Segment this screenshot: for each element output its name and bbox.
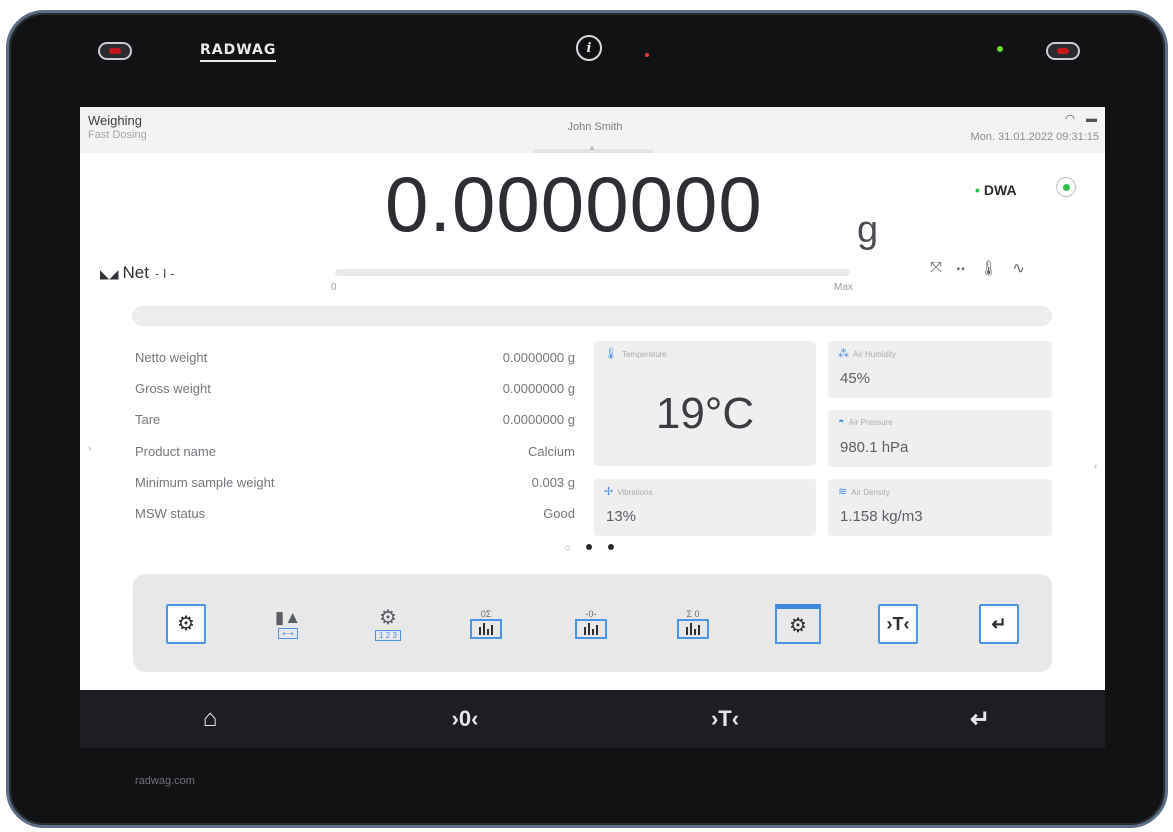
list-item: Netto weight 0.0000000 g — [135, 350, 575, 365]
environment-icons: ⤧ ꞏꞏ 🌡 ∿ — [930, 259, 1025, 279]
thermometer-icon: 🌡 — [979, 260, 999, 277]
chevron-left-icon[interactable]: ‹ — [1094, 461, 1097, 472]
list-item: Gross weight 0.0000000 g — [135, 381, 575, 396]
window-settings-button[interactable]: ⚙ — [775, 604, 821, 644]
chart-icon — [575, 618, 607, 639]
stability-tilt-icon: ⤧ — [930, 259, 943, 276]
thermometer-icon: 🌡 — [604, 348, 618, 360]
density-tile[interactable]: ≋ Air Density 1.158 kg/m3 — [828, 479, 1052, 536]
enter-button[interactable]: ↵ — [979, 604, 1019, 644]
right-sensor-button[interactable] — [1046, 42, 1080, 60]
vibration-icon: ✢ — [604, 486, 614, 498]
weighing-bargraph — [335, 269, 850, 276]
vibration-icon: ∿ — [1012, 260, 1025, 277]
left-sensor-button[interactable] — [98, 42, 132, 60]
weight-reading: 0.0000000 — [385, 160, 763, 248]
brand-url: radwag.com — [135, 775, 195, 787]
gear-window-icon: ⚙ — [775, 604, 821, 644]
parameters-button[interactable]: ⚙ 1 2 3 — [365, 604, 411, 644]
chart-icon — [470, 618, 502, 639]
touch-screen: Weighing Fast Dosing John Smith ▲ ◠ ▬ Mo… — [80, 107, 1105, 690]
vibrations-tile[interactable]: ✢ Vibrations 13% — [594, 479, 816, 536]
status-bar: Weighing Fast Dosing John Smith ▲ ◠ ▬ Mo… — [80, 107, 1105, 153]
hardware-keypad: ⌂ ›0‹ ›T‹ ↵ — [80, 690, 1105, 748]
zero-key[interactable]: ›0‹ — [425, 700, 505, 738]
bargraph-min-label: 0 — [331, 282, 337, 293]
tare-icon: ›T‹ — [886, 613, 910, 634]
status-led — [645, 53, 649, 57]
enter-key[interactable]: ↵ — [950, 700, 1010, 738]
tare-key[interactable]: ›T‹ — [685, 700, 765, 738]
range-icon: ⟷ — [278, 628, 298, 639]
radwag-logo: RADWAG — [200, 42, 277, 62]
statistics-zero-button[interactable]: -0- — [568, 604, 614, 644]
home-key[interactable]: ⌂ — [180, 700, 240, 738]
submode-title: Fast Dosing — [88, 129, 147, 141]
net-indicator: ◣◢ Net - I - — [100, 263, 175, 282]
quick-access-toolbar: ⚙ ▮▲ ⟷ ⚙ 1 2 3 0Σ -0- Σ 0 ⚙ ›T‹ ↵ — [133, 574, 1052, 672]
list-item: Minimum sample weight 0.003 g — [135, 475, 575, 490]
weights-icon: ▮▲ — [274, 608, 302, 627]
humidity-drops-icon: ⁂ — [838, 348, 849, 360]
settings-button[interactable]: ⚙ — [166, 604, 206, 644]
chevron-right-icon[interactable]: › — [88, 443, 91, 454]
home-page-dot[interactable]: ⌂ — [565, 543, 570, 552]
list-item: MSW status Good — [135, 506, 575, 521]
list-item: Product name Calcium — [135, 444, 575, 459]
gear-numbers-icon: ⚙ — [379, 606, 397, 629]
weighing-units-button[interactable]: ▮▲ ⟷ — [265, 604, 311, 644]
sensor-led — [109, 48, 121, 54]
power-led — [997, 46, 1003, 52]
info-icon: i — [586, 40, 592, 56]
level-indicator-icon[interactable] — [1056, 177, 1076, 197]
gear-icon: ⚙ — [177, 613, 195, 635]
page-dot[interactable] — [608, 544, 615, 550]
home-icon: ⌂ — [202, 705, 218, 732]
tare-button[interactable]: ›T‹ — [878, 604, 918, 644]
pressure-tile[interactable]: ◓ Air Pressure 980.1 hPa — [828, 410, 1052, 467]
wifi-icon: ◠ — [1065, 113, 1075, 125]
weight-unit[interactable]: g — [857, 209, 878, 252]
humidity-drops-icon: ꞏꞏ — [956, 261, 966, 278]
humidity-tile[interactable]: ⁂ Air Humidity 45% — [828, 341, 1052, 398]
dwa-indicator: • DWA — [975, 182, 1017, 198]
page-indicator[interactable]: ⌂ — [565, 543, 615, 552]
statistics-button[interactable]: Σ 0 — [670, 604, 716, 644]
chart-icon — [677, 618, 709, 639]
temperature-tile[interactable]: 🌡 Temperature 19°C — [594, 341, 816, 466]
system-icons: ◠ ▬ — [1065, 112, 1097, 125]
statistics-sum-button[interactable]: 0Σ — [463, 604, 509, 644]
dosing-progress-strip — [132, 306, 1052, 326]
page-dot[interactable] — [586, 544, 593, 550]
stability-icon: ◣◢ — [100, 267, 119, 281]
enter-icon: ↵ — [991, 613, 1007, 634]
list-item: Tare 0.0000000 g — [135, 412, 575, 427]
density-icon: ≋ — [838, 486, 848, 498]
chevron-up-icon: ▲ — [588, 143, 596, 152]
date-time: Mon. 31.01.2022 09:31:15 — [970, 131, 1099, 143]
user-name[interactable]: John Smith — [500, 121, 690, 133]
bargraph-max-label: Max — [834, 282, 853, 293]
mode-title[interactable]: Weighing — [88, 113, 142, 128]
sensor-led — [1057, 48, 1069, 54]
battery-icon: ▬ — [1086, 113, 1097, 125]
pressure-gauge-icon: ◓ — [838, 416, 845, 428]
info-button[interactable]: i — [576, 35, 602, 61]
